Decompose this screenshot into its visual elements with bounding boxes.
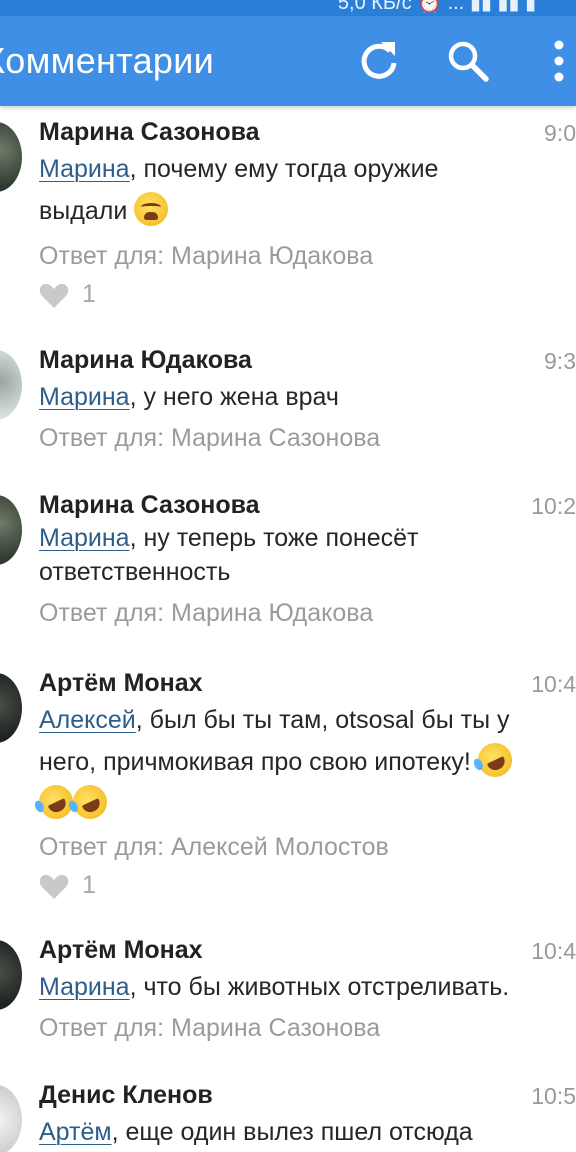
comment-text: Марина, что бы животных отстреливать. (39, 966, 576, 1008)
comment-time: 10:2 (531, 493, 576, 519)
comment-time: 9:3 (544, 348, 576, 374)
comment-author[interactable]: Марина Юдакова (39, 346, 252, 375)
comment-text-line: , почему ему тогда оружие (129, 155, 439, 183)
comment-time: 9:0 (544, 120, 576, 146)
comment-text-line: него, причмокивая про свою ипотеку! (39, 748, 471, 776)
status-text: 5,0 КБ/с ⏰ ... ▮▮ ▮▮ ▮ (337, 0, 536, 14)
refresh-icon (361, 42, 397, 79)
comment-item: Марина Сазонова 10:2 Марина, ну теперь т… (0, 491, 576, 631)
weary-face-icon (134, 192, 169, 226)
page-title: Комментарии (0, 40, 215, 81)
mention-link[interactable]: Марина (39, 524, 130, 552)
comment-text: Алексей, был бы ты там, otsosal бы ты у … (33, 699, 576, 825)
mention-link[interactable]: Марина (39, 155, 130, 183)
comment-text-line: выдали (39, 197, 128, 225)
mention-link[interactable]: Марина (39, 973, 130, 1001)
comment-text-line: , был бы ты там, otsosal бы ты у (135, 706, 510, 734)
more-vertical-icon (554, 40, 564, 82)
rofl-icon (67, 779, 113, 825)
avatar[interactable] (0, 1085, 22, 1152)
comment-item: Артём Монах 10:4 Марина, что бы животных… (0, 936, 576, 1046)
avatar[interactable] (0, 122, 22, 192)
reply-to-label: Ответ для: Марина Юдакова (39, 599, 374, 627)
comment-text-line: , еще один вылез пшел отсюда (111, 1118, 473, 1146)
avatar[interactable] (0, 495, 22, 565)
avatar[interactable] (0, 940, 22, 1010)
comment-time: 10:5 (531, 1083, 576, 1109)
comment-text-line: , что бы животных отстреливать. (129, 973, 510, 1001)
like-count: 1 (82, 871, 96, 899)
app-bar: Комментарии (0, 16, 576, 106)
comment-author[interactable]: Денис Кленов (39, 1081, 213, 1110)
comment-author[interactable]: Артём Монах (39, 936, 203, 965)
comment-item: Артём Монах 10:4 Алексей, был бы ты там,… (0, 669, 576, 899)
mention-link[interactable]: Марина (39, 383, 130, 411)
refresh-button[interactable] (354, 36, 404, 86)
comment-text-line: , ну теперь тоже понесёт (129, 524, 419, 552)
comment-author[interactable]: Артём Монах (39, 669, 203, 698)
heart-icon (39, 874, 69, 899)
more-menu-button[interactable] (534, 36, 576, 86)
avatar[interactable] (0, 673, 22, 743)
comment-text-line: , у него жена врач (129, 383, 339, 411)
rofl-icon (472, 737, 518, 783)
status-bar: 5,0 КБ/с ⏰ ... ▮▮ ▮▮ ▮ (0, 0, 576, 16)
mention-link[interactable]: Алексей (39, 706, 136, 734)
mention-link[interactable]: Артём (39, 1118, 112, 1146)
comment-item: Денис Кленов 10:5 Артём, еще один вылез … (0, 1081, 576, 1152)
reply-to-label: Ответ для: Алексей Молостов (39, 833, 389, 861)
heart-icon (39, 283, 69, 308)
comments-list[interactable]: Марина Сазонова 9:0 Марина, почему ему т… (0, 106, 576, 1152)
reply-to-label: Ответ для: Марина Юдакова (39, 242, 374, 270)
comment-author[interactable]: Марина Сазонова (39, 491, 260, 520)
reply-to-label: Ответ для: Марина Сазонова (39, 1014, 381, 1042)
comment-text: Марина, почему ему тогда оружие выдали (39, 148, 576, 232)
comment-text: Марина, у него жена врач (39, 376, 576, 418)
comment-item: Марина Юдакова 9:3 Марина, у него жена в… (0, 346, 576, 456)
comment-text-line: ответственность (39, 558, 231, 586)
comment-item: Марина Сазонова 9:0 Марина, почему ему т… (0, 118, 576, 318)
search-icon (448, 41, 489, 82)
like-count: 1 (82, 280, 96, 308)
comment-text: Марина, ну теперь тоже понесёт ответстве… (39, 521, 576, 589)
comment-time: 10:4 (531, 671, 576, 697)
search-button[interactable] (442, 36, 492, 86)
avatar[interactable] (0, 350, 22, 420)
comment-time: 10:4 (531, 938, 576, 964)
comment-author[interactable]: Марина Сазонова (39, 118, 260, 147)
reply-to-label: Ответ для: Марина Сазонова (39, 424, 381, 452)
comment-text: Артём, еще один вылез пшел отсюда (39, 1111, 576, 1152)
